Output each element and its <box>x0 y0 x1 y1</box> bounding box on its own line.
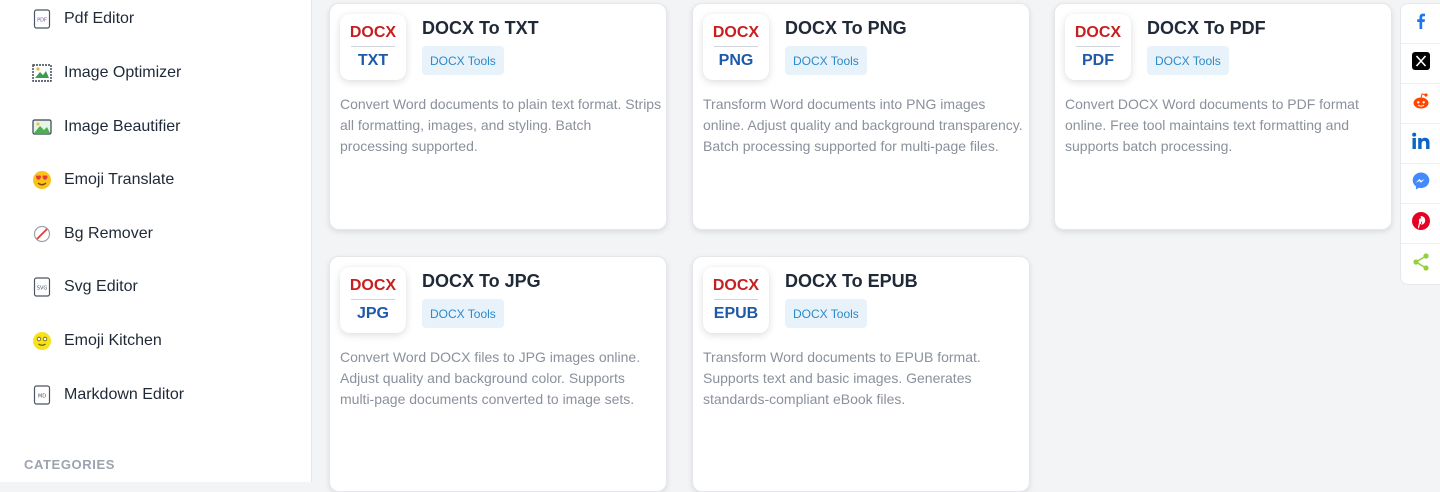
badge-source-format: DOCX <box>712 277 760 294</box>
tool-card-docx-to-epub[interactable]: DOCX EPUB DOCX To EPUB DOCX Tools Transf… <box>692 256 1030 492</box>
categories-heading: CATEGORIES <box>24 457 115 472</box>
file-type-badge: DOCX EPUB <box>703 267 769 333</box>
badge-divider <box>714 46 758 47</box>
svg-file-icon: SVG <box>32 277 52 297</box>
svg-text:PDF: PDF <box>37 18 47 24</box>
card-description: Convert DOCX Word documents to PDF forma… <box>1065 96 1359 154</box>
card-description: Transform Word documents to EPUB format.… <box>703 349 981 407</box>
tool-card-docx-to-pdf[interactable]: DOCX PDF DOCX To PDF DOCX Tools Convert … <box>1054 3 1392 230</box>
card-title: DOCX To EPUB <box>785 271 918 291</box>
slash-circle-icon <box>32 224 52 244</box>
category-tag[interactable]: DOCX Tools <box>785 46 867 75</box>
sidebar-item-label: Image Beautifier <box>64 118 181 135</box>
sidebar-item-label: Image Optimizer <box>64 64 182 81</box>
facebook-icon <box>1412 12 1430 35</box>
sidebar-item-svg-editor[interactable]: SVG Svg Editor <box>32 272 138 302</box>
card-description: Transform Word documents into PNG images… <box>703 96 1023 154</box>
sidebar-item-label: Svg Editor <box>64 278 138 295</box>
messenger-icon <box>1411 171 1431 196</box>
social-share-bar <box>1400 3 1440 285</box>
badge-target-format: PDF <box>1082 52 1114 69</box>
sidebar-item-image-beautifier[interactable]: Image Beautifier <box>32 112 181 142</box>
tool-card-docx-to-png[interactable]: DOCX PNG DOCX To PNG DOCX Tools Transfor… <box>692 3 1030 230</box>
category-tag[interactable]: DOCX Tools <box>422 46 504 75</box>
share-icon <box>1411 252 1431 277</box>
sidebar-item-emoji-translate[interactable]: Emoji Translate <box>32 165 174 195</box>
landscape-image-icon <box>32 117 52 137</box>
share-x-button[interactable] <box>1401 44 1440 84</box>
card-title: DOCX To PDF <box>1147 18 1266 38</box>
badge-divider <box>351 299 395 300</box>
reddit-icon <box>1411 91 1431 116</box>
share-messenger-button[interactable] <box>1401 164 1440 204</box>
file-type-badge: DOCX PDF <box>1065 14 1131 80</box>
share-more-button[interactable] <box>1401 244 1440 284</box>
sidebar-item-label: Emoji Translate <box>64 171 175 188</box>
share-facebook-button[interactable] <box>1401 4 1440 44</box>
share-linkedin-button[interactable] <box>1401 124 1440 164</box>
card-description: Convert Word DOCX files to JPG images on… <box>340 349 641 407</box>
pdf-file-icon: PDF <box>32 9 52 29</box>
card-title: DOCX To PNG <box>785 18 907 38</box>
badge-source-format: DOCX <box>1074 24 1122 41</box>
linkedin-icon <box>1411 132 1431 155</box>
share-pinterest-button[interactable] <box>1401 204 1440 244</box>
md-file-icon: MD <box>32 385 52 405</box>
tool-card-docx-to-txt[interactable]: DOCX TXT DOCX To TXT DOCX Tools Convert … <box>329 3 667 230</box>
sidebar-item-label: Emoji Kitchen <box>64 332 162 349</box>
badge-target-format: PNG <box>718 52 754 69</box>
emoji-face-icon <box>32 331 52 351</box>
svg-text:MD: MD <box>38 394 46 400</box>
sidebar-item-markdown-editor[interactable]: MD Markdown Editor <box>32 380 184 410</box>
svg-text:SVG: SVG <box>37 286 48 292</box>
sidebar-item-label: Bg Remover <box>64 225 153 242</box>
image-optimizer-icon <box>32 63 52 83</box>
sidebar-item-bg-remover[interactable]: Bg Remover <box>32 219 153 249</box>
sidebar-item-emoji-kitchen[interactable]: Emoji Kitchen <box>32 326 162 356</box>
sidebar-item-pdf-editor[interactable]: PDF Pdf Editor <box>32 4 134 34</box>
card-title: DOCX To TXT <box>422 18 539 38</box>
file-type-badge: DOCX JPG <box>340 267 406 333</box>
badge-target-format: EPUB <box>713 305 759 322</box>
card-description: Convert Word documents to plain text for… <box>340 96 662 154</box>
badge-target-format: JPG <box>356 305 389 322</box>
badge-source-format: DOCX <box>349 277 397 294</box>
badge-divider <box>1076 46 1120 47</box>
x-icon <box>1411 51 1431 76</box>
sidebar: PDF Pdf Editor Image Optimizer Image Bea… <box>0 0 312 482</box>
share-reddit-button[interactable] <box>1401 84 1440 124</box>
badge-source-format: DOCX <box>712 24 760 41</box>
badge-divider <box>351 46 395 47</box>
file-type-badge: DOCX TXT <box>340 14 406 80</box>
category-tag[interactable]: DOCX Tools <box>785 299 867 328</box>
sidebar-item-image-optimizer[interactable]: Image Optimizer <box>32 58 181 88</box>
sidebar-item-label: Pdf Editor <box>64 10 135 27</box>
card-title: DOCX To JPG <box>422 271 541 291</box>
category-tag[interactable]: DOCX Tools <box>422 299 504 328</box>
heart-eyes-emoji-icon <box>32 170 52 190</box>
badge-target-format: TXT <box>357 52 389 69</box>
sidebar-item-label: Markdown Editor <box>64 386 185 403</box>
tool-card-docx-to-jpg[interactable]: DOCX JPG DOCX To JPG DOCX Tools Convert … <box>329 256 667 492</box>
category-tag[interactable]: DOCX Tools <box>1147 46 1229 75</box>
file-type-badge: DOCX PNG <box>703 14 769 80</box>
badge-divider <box>714 299 758 300</box>
badge-source-format: DOCX <box>349 24 397 41</box>
pinterest-icon <box>1411 211 1431 236</box>
